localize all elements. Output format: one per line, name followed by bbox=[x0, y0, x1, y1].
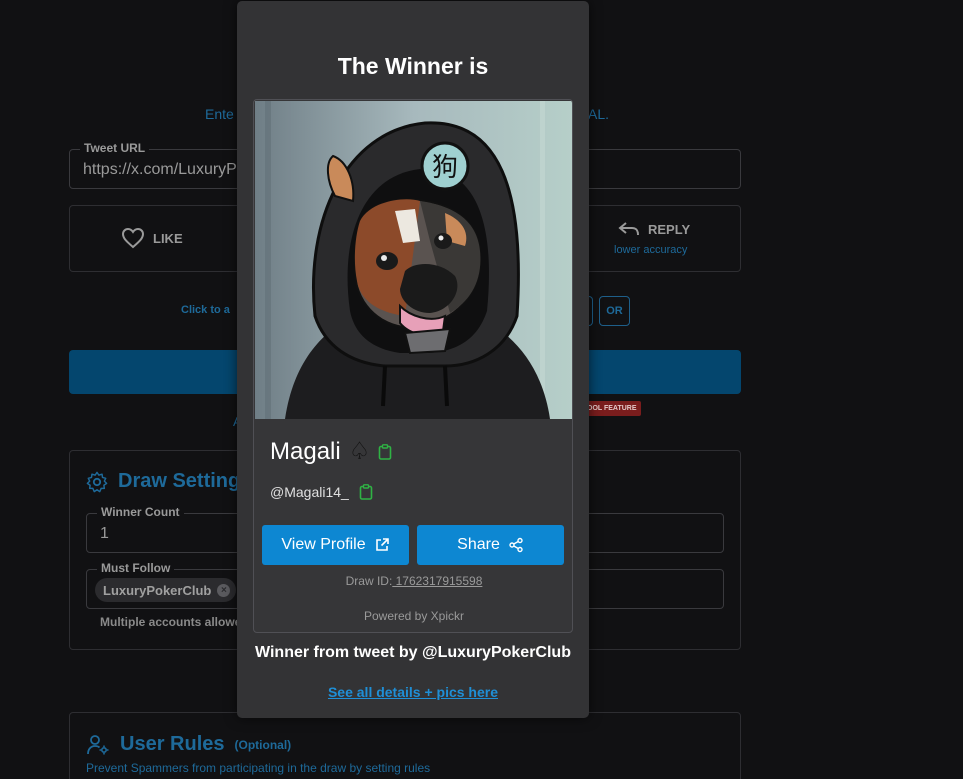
remove-chip-icon[interactable]: × bbox=[217, 583, 231, 597]
gear-icon bbox=[86, 471, 108, 492]
share-button[interactable]: Share bbox=[417, 525, 564, 565]
powered-by: Powered by Xpickr bbox=[363, 609, 465, 623]
or-button[interactable]: OR bbox=[599, 296, 630, 326]
winner-handle: @Magali14_ bbox=[270, 484, 349, 500]
pool-feature-badge: OOL FEATURE bbox=[583, 401, 641, 416]
heart-icon bbox=[121, 227, 145, 249]
see-all-details-link[interactable]: See all details + pics here bbox=[237, 684, 589, 700]
avatar-badge-glyph: 狗 bbox=[432, 153, 458, 183]
share-icon bbox=[509, 537, 523, 553]
reply-option[interactable]: REPLY bbox=[618, 220, 690, 238]
like-label: LIKE bbox=[153, 230, 183, 246]
instruction-text: Ente bbox=[205, 106, 234, 122]
winner-from-text: Winner from tweet by @LuxuryPokerClub bbox=[255, 644, 571, 661]
or-label: OR bbox=[606, 305, 623, 317]
click-add-hint: Click to a bbox=[181, 304, 230, 316]
draw-id-link[interactable]: 1762317915598 bbox=[392, 574, 483, 588]
copy-handle-icon[interactable] bbox=[359, 484, 373, 500]
reply-accuracy-note: lower accuracy bbox=[614, 244, 688, 256]
copy-name-icon[interactable] bbox=[378, 443, 392, 460]
tweet-url-value: https://x.com/LuxuryP bbox=[83, 161, 237, 178]
must-follow-chip[interactable]: LuxuryPokerClub × bbox=[95, 578, 237, 602]
draw-id-label: Draw ID: bbox=[345, 574, 393, 588]
user-rules-title: User Rules (Optional) bbox=[86, 733, 291, 756]
reply-icon bbox=[618, 222, 639, 236]
winner-count-value: 1 bbox=[100, 525, 109, 542]
reply-label: REPLY bbox=[648, 221, 691, 237]
winner-handle-row: @Magali14_ bbox=[270, 484, 373, 500]
must-follow-label: Must Follow bbox=[97, 561, 175, 575]
winner-name: Magali bbox=[270, 437, 341, 465]
draw-id: Draw ID: 1762317915598 bbox=[254, 574, 572, 588]
external-link-icon bbox=[375, 538, 389, 551]
winner-card: 狗 Magali ♤ @Magali14_ View Profile Share bbox=[253, 99, 573, 633]
winner-name-row: Magali ♤ bbox=[270, 437, 392, 466]
modal-title: The Winner is bbox=[337, 53, 489, 79]
user-rules-subtitle: Prevent Spammers from participating in t… bbox=[86, 761, 431, 775]
draw-settings-title: Draw Setting bbox=[86, 470, 240, 493]
multiple-accounts-note: Multiple accounts allowe bbox=[100, 615, 242, 629]
user-settings-icon bbox=[87, 734, 109, 754]
winner-avatar: 狗 bbox=[255, 101, 572, 419]
instruction-text-right: AL. bbox=[588, 106, 610, 122]
spade-suffix: ♤ bbox=[348, 438, 371, 465]
like-option[interactable]: LIKE bbox=[121, 227, 183, 249]
view-profile-label: View Profile bbox=[281, 536, 366, 553]
winner-modal: The Winner is 狗 Magali ♤ @Magali14_ View… bbox=[237, 1, 589, 718]
share-label: Share bbox=[457, 536, 500, 553]
view-profile-button[interactable]: View Profile bbox=[262, 525, 409, 565]
winner-count-label: Winner Count bbox=[97, 505, 184, 519]
tweet-url-label: Tweet URL bbox=[80, 141, 150, 155]
